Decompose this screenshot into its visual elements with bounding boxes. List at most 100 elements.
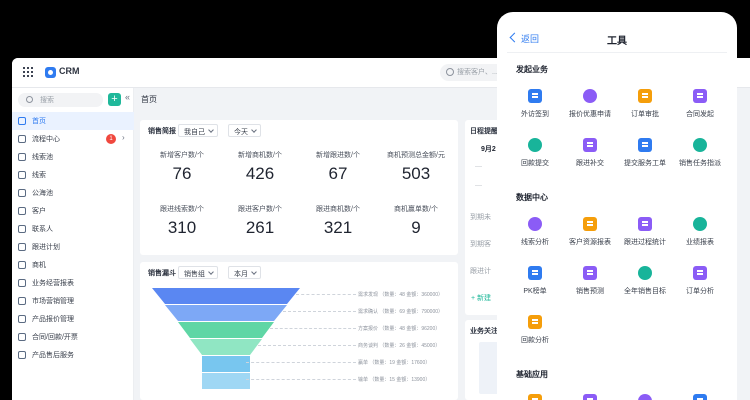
tool-tile[interactable] [670,394,730,400]
tool-tile-label: 报价优惠申请 [569,111,611,118]
sidebar-item[interactable]: 公海池 [12,184,134,202]
sidebar-item-label: 商机 [32,262,46,269]
tool-tile-label: 跟进补交 [576,160,604,167]
sidebar-item[interactable]: 市场营销管理 [12,292,134,310]
sidebar-item[interactable]: 联系人 [12,220,134,238]
tool-tile[interactable]: 跟进补交 [560,138,620,168]
tool-tile-label: 线索分析 [521,239,549,246]
app-name: CRM [59,66,80,76]
tool-tile-label: 订单审批 [631,111,659,118]
sidebar-search-input[interactable]: 搜索 [18,93,103,107]
tool-tile[interactable]: 订单分析 [670,266,730,296]
tool-tile[interactable]: 销售预测 [560,266,620,296]
menu-item-icon [18,261,26,269]
tool-tile[interactable]: 线索分析 [505,217,565,247]
tool-tile[interactable]: 回款提交 [505,138,565,168]
schedule-item[interactable]: 跟进计 [470,266,491,276]
collapse-sidebar-button[interactable]: « [125,92,130,102]
schedule-item[interactable]: 到期客 [470,239,491,249]
stat-item[interactable]: 新增跟进数/个 67 [298,150,378,184]
stat-label: 商机预测总金额/元 [387,152,445,159]
money-icon [528,138,542,152]
chevron-right-icon[interactable]: › [122,133,125,142]
sidebar-item[interactable]: 线索池 [12,148,134,166]
tool-tile-label: 合同发起 [686,111,714,118]
sidebar-item[interactable]: 合同/回款/开票 [12,328,134,346]
tool-tile-label: 回款分析 [521,337,549,344]
sidebar-item[interactable]: 业务经营报表 [12,274,134,292]
tool-tile[interactable]: 报价优惠申请 [560,89,620,119]
tool-tile[interactable] [560,394,620,400]
menu-item-icon [18,189,26,197]
period-select[interactable]: 今天 [228,124,261,137]
funnel-stage-label: 需求确认 （数量：69 金额：790000） [358,309,444,315]
section-title: 基础应用 [516,370,548,379]
stat-item[interactable]: 跟进商机数/个 321 [298,204,378,238]
stat-label: 新增跟进数/个 [316,152,360,159]
stat-item[interactable]: 新增商机数/个 426 [220,150,300,184]
search-icon [446,68,454,76]
funnel-leader-line [270,328,356,329]
tool-tile-label: 销售任务指派 [679,160,721,167]
sidebar-item-label: 产品报价管理 [32,316,74,323]
tool-tile[interactable]: 回款分析 [505,315,565,345]
search-icon [26,96,33,103]
tool-tile[interactable]: 订单审批 [615,89,675,119]
menu-item-icon [18,171,26,179]
sidebar-item[interactable]: 商机 [12,256,134,274]
sidebar-item-label: 跟进计划 [32,244,60,251]
tool-tile[interactable]: 业绩报表 [670,217,730,247]
tool-tile[interactable]: 提交服务工单 [615,138,675,168]
tool-tile[interactable] [505,394,565,400]
new-schedule-link[interactable]: + 新建 [471,293,491,303]
funnel-stage[interactable] [202,356,250,372]
funnel-stage-label: 方案报价 （数量：48 金额：96200） [358,326,441,332]
schedule-item[interactable]: 到期未 [470,212,491,222]
schedule-date[interactable]: 9月2 [481,144,496,154]
global-search-placeholder: 搜索客户、... [457,69,498,76]
tool-tile[interactable]: 合同发起 [670,89,730,119]
stat-item[interactable]: 跟进客户数/个 261 [220,204,300,238]
menu-item-icon [18,153,26,161]
sidebar-item[interactable]: 流程中心 1 › [12,130,134,148]
stat-label: 跟进客户数/个 [238,206,282,213]
tool-tile[interactable] [615,394,675,400]
notification-badge: 1 [106,134,116,144]
sales-funnel-card: 销售漏斗 销售组 本月 需求发现 （数量：48 金额：360000） 需求确认 （… [140,262,458,400]
tool-tile[interactable]: 跟进过程统计 [615,217,675,247]
funnel-stage[interactable] [165,305,287,321]
pie-chart-icon [583,266,597,280]
add-button[interactable]: + [108,93,121,106]
sidebar-item[interactable]: 首页 [12,112,134,130]
funnel-stage[interactable] [190,339,262,355]
funnel-stage[interactable] [178,322,274,338]
funnel-stage[interactable] [202,373,250,389]
menu-item-icon [18,351,26,359]
tool-tile-label: 外访签到 [521,111,549,118]
app-grid-icon[interactable] [23,67,33,77]
tool-tile[interactable]: 全年销售目标 [615,266,675,296]
doc-icon [583,138,597,152]
stat-item[interactable]: 商机预测总金额/元 503 [376,150,456,184]
schedule-dash: — [475,182,482,189]
app-icon [583,394,597,400]
stat-item[interactable]: 新增客户数/个 76 [142,150,222,184]
owner-select[interactable]: 我自己 [178,124,218,137]
sidebar-item[interactable]: 线索 [12,166,134,184]
tool-tile[interactable]: 外访签到 [505,89,565,119]
sidebar-item[interactable]: 跟进计划 [12,238,134,256]
stat-value: 76 [172,164,192,183]
page-title: 首页 [141,95,157,104]
stat-item[interactable]: 商机赢单数/个 9 [376,204,456,238]
stat-value: 321 [323,218,353,237]
sidebar-item[interactable]: 产品报价管理 [12,310,134,328]
stat-item[interactable]: 跟进线索数/个 310 [142,204,222,238]
tool-tile[interactable]: PK榜单 [505,266,565,296]
sidebar-item[interactable]: 客户 [12,202,134,220]
sidebar-item[interactable]: 产品售后服务 [12,346,134,364]
funnel-stage[interactable] [152,288,300,304]
sidebar-item-label: 流程中心 [32,136,60,143]
tool-tile[interactable]: 销售任务指派 [670,138,730,168]
tool-tile[interactable]: 客户资源报表 [560,217,620,247]
sidebar: 搜索 + « 首页流程中心 1 › 线索池 线索 公海池 客户 联系人跟进计划商机业务经营报表… [12,88,134,400]
